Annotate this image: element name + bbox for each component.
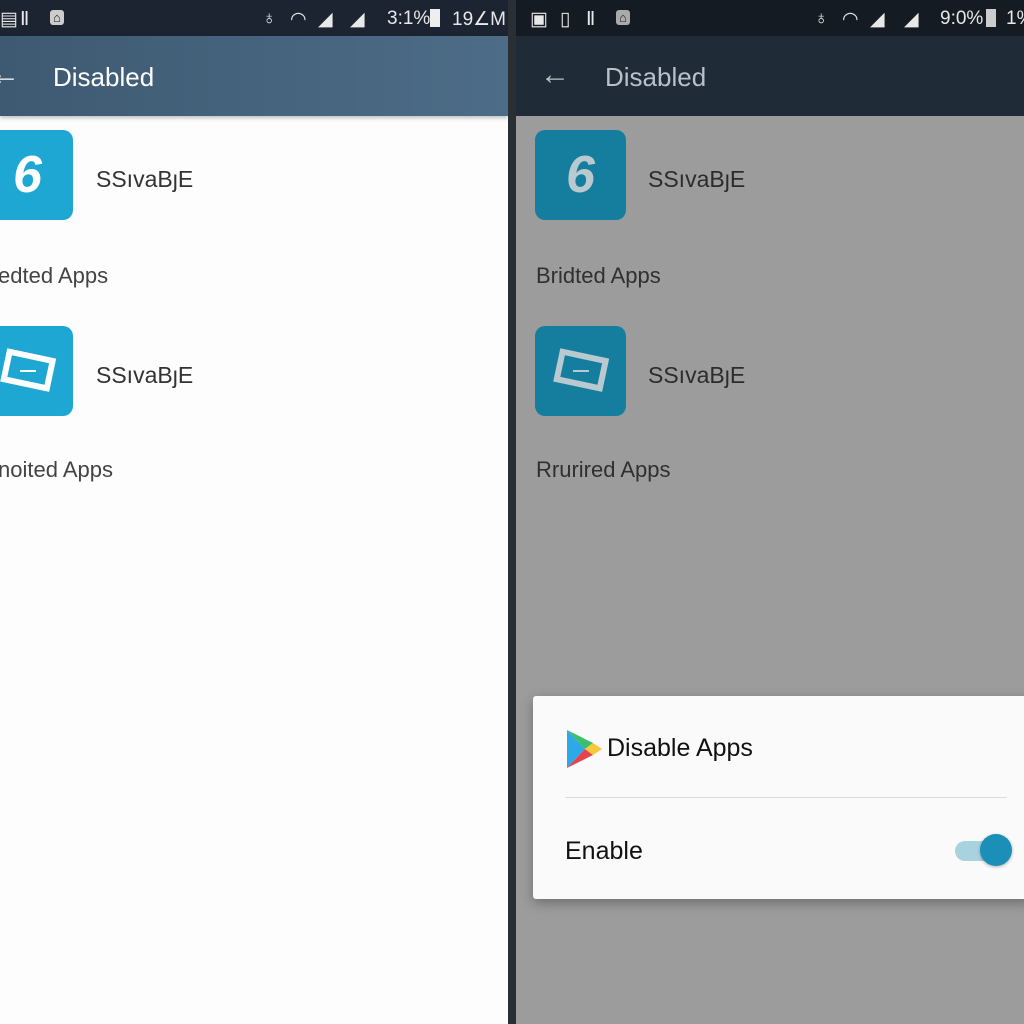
sim-icon: Ⅱ (20, 9, 30, 30)
alarm-icon: ♁ (262, 8, 277, 29)
wifi-icon: ◠ (290, 9, 307, 30)
ticket-icon[interactable] (0, 326, 73, 416)
section-header: Bridted Apps (536, 263, 661, 288)
six-icon[interactable]: 6 (535, 130, 626, 220)
battery-percent: 9:0% (940, 8, 984, 29)
app-name[interactable]: SSıvaBȷE (96, 362, 193, 389)
app-name[interactable]: SSıvaBȷE (96, 166, 193, 193)
app-bar: ← Disabled (516, 36, 1024, 116)
left-screen: ▤ Ⅱ ⌂ ♁ ◠ ◢ ◢ 3:1% 19∠M ← Disabled 6 SSı… (0, 0, 508, 1024)
clock: 1% (1006, 8, 1024, 29)
enable-toggle[interactable] (955, 834, 1012, 866)
sd-card-icon: ▣ (530, 9, 548, 30)
enable-label: Enable (565, 837, 643, 865)
section-header: edted Apps (0, 263, 109, 288)
section-header: noited Apps (0, 457, 113, 482)
image-icon: ⌂ (616, 10, 630, 25)
dialog-title: Disable Apps (607, 734, 753, 762)
signal-icon: ◢ (318, 9, 333, 30)
signal-icon: ◢ (904, 9, 919, 30)
page-title: Disabled (605, 62, 707, 92)
ticket-icon[interactable] (535, 326, 626, 416)
battery-icon (986, 9, 996, 27)
battery-percent: 3:1% (387, 8, 431, 29)
arrow-left-icon[interactable]: ← (0, 58, 20, 92)
app-bar: ← Disabled (0, 36, 508, 116)
dialog-divider (565, 797, 1007, 798)
status-bar: ▤ Ⅱ ⌂ ♁ ◠ ◢ ◢ 3:1% 19∠M (0, 0, 508, 36)
image-icon: ⌂ (50, 10, 64, 25)
section-header: Rrurired Apps (536, 457, 671, 482)
wifi-icon: ◠ (842, 9, 859, 30)
sd-card-icon: ▤ (0, 9, 18, 30)
arrow-left-icon[interactable]: ← (540, 58, 570, 92)
toggle-knob (980, 834, 1012, 866)
six-icon[interactable]: 6 (0, 130, 73, 220)
app-name[interactable]: SSıvaBȷE (648, 362, 745, 389)
alarm-icon: ♁ (814, 8, 829, 29)
disable-apps-dialog: Disable Apps Enable (533, 696, 1024, 899)
page-title: Disabled (53, 62, 155, 92)
play-store-icon (567, 730, 602, 768)
clock: 19∠M (452, 9, 506, 30)
sim-icon: ▯ (560, 9, 571, 30)
battery-icon (430, 9, 440, 27)
signal-icon: ◢ (350, 9, 365, 30)
signal-icon: ◢ (870, 9, 885, 30)
divider (508, 0, 516, 1024)
app-name[interactable]: SSıvaBȷE (648, 166, 745, 193)
usb-icon: Ⅱ (586, 9, 596, 30)
status-bar: ▣ ▯ Ⅱ ⌂ ♁ ◠ ◢ ◢ 9:0% 1% (516, 0, 1024, 36)
